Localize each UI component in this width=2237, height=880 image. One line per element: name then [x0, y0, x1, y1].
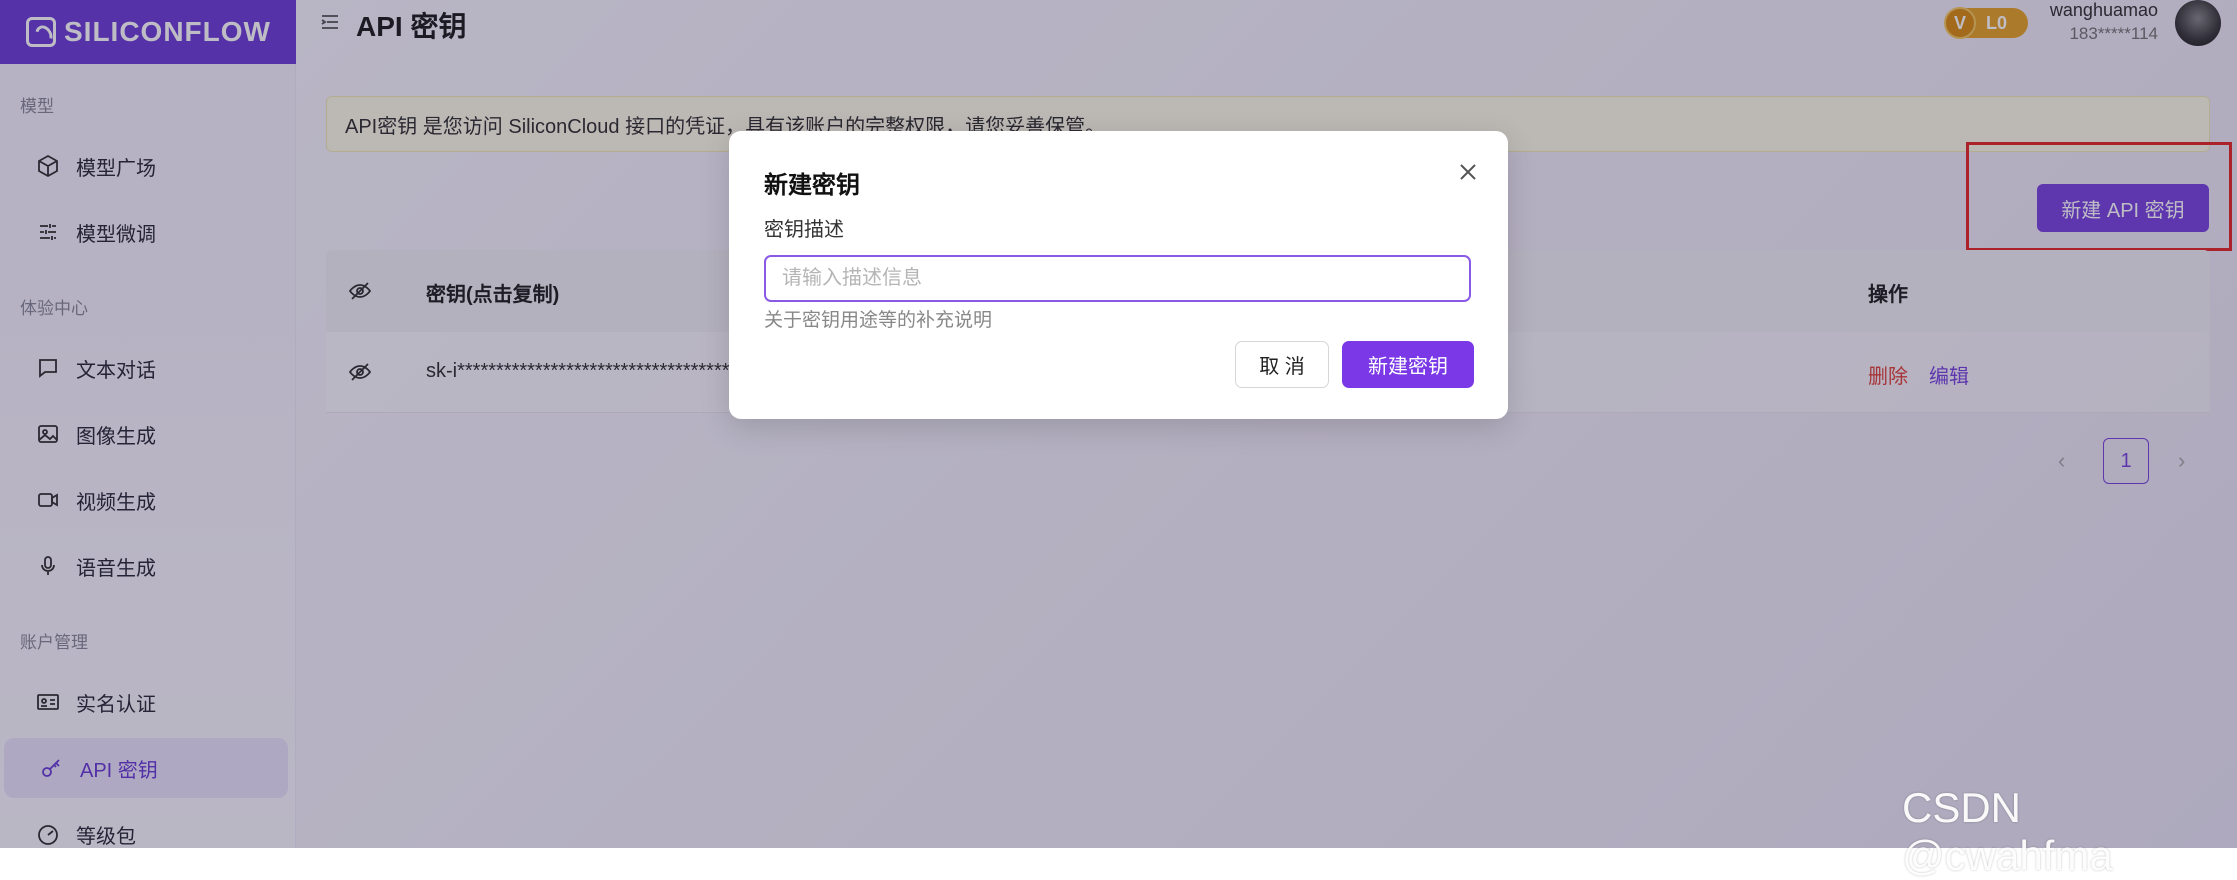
new-key-modal: 新建密钥 密钥描述 关于密钥用途等的补充说明 取 消 新建密钥 [729, 131, 1508, 419]
modal-title: 新建密钥 [764, 172, 860, 199]
field-help-text: 关于密钥用途等的补充说明 [764, 310, 993, 331]
watermark: CSDN @cwahfma [1902, 784, 2113, 879]
close-icon[interactable] [1453, 157, 1483, 187]
create-key-button[interactable]: 新建密钥 [1342, 341, 1474, 388]
modal-overlay[interactable] [0, 0, 2237, 848]
field-label: 密钥描述 [764, 219, 844, 241]
description-input[interactable] [764, 255, 1471, 302]
cancel-button[interactable]: 取 消 [1235, 341, 1329, 388]
